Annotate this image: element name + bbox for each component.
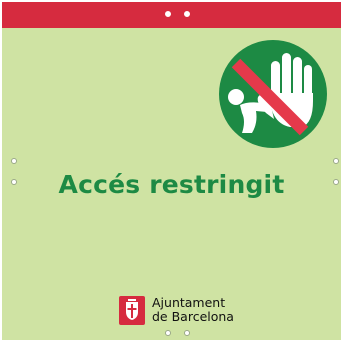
top-red-bar [2, 2, 341, 28]
mounting-hole-bottom-left [165, 330, 171, 336]
barcelona-logo: Ajuntament de Barcelona [119, 293, 234, 327]
organization-name-line1: Ajuntament [152, 295, 226, 310]
sign-title: Accés restringit [58, 170, 285, 199]
mounting-hole-left-upper [11, 158, 17, 164]
no-entry-hand-stop-icon [219, 40, 327, 148]
restricted-access-sign: Accés restringit Ajuntament de Barcelona [2, 2, 341, 340]
mounting-hole-bottom-right [184, 330, 190, 336]
barcelona-coat-of-arms-icon [119, 295, 145, 325]
mounting-hole-top-right [184, 11, 190, 17]
mounting-hole-top-left [165, 11, 171, 17]
organization-name-line2: de Barcelona [152, 309, 234, 324]
mounting-hole-right-upper [333, 158, 339, 164]
